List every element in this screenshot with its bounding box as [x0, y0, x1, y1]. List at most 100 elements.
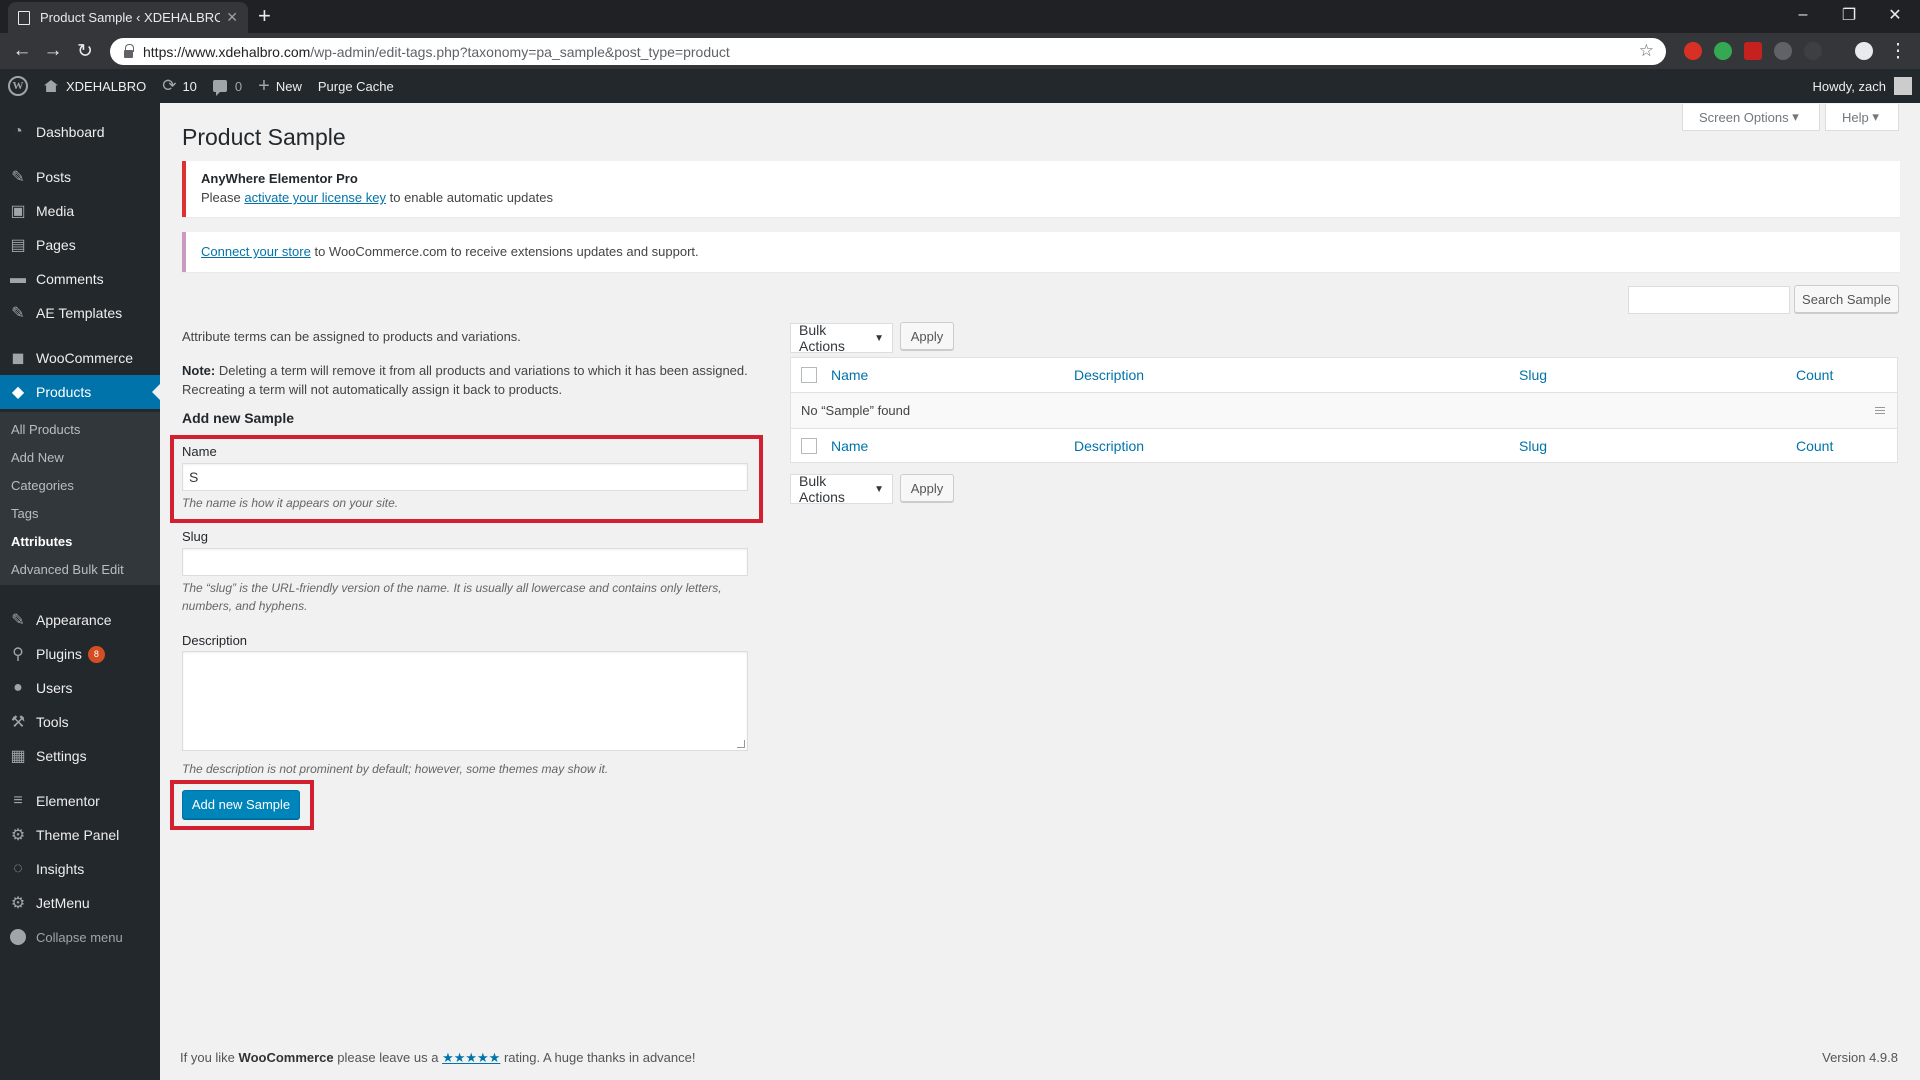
sidebar-item-products[interactable]: ◆ Products	[0, 375, 160, 409]
wp-logo-button[interactable]: W	[0, 69, 36, 103]
submenu-item-tags[interactable]: Tags	[11, 506, 38, 521]
terms-table: Name Description Slug Count No “Sample” …	[790, 357, 1898, 463]
sidebar-item-users[interactable]: ● Users	[0, 671, 160, 705]
comment-icon	[212, 80, 227, 96]
submenu-item-add-new[interactable]: Add New	[11, 450, 64, 465]
column-count-footer[interactable]: Count	[1796, 438, 1833, 454]
sidebar-item-label: Comments	[36, 271, 104, 287]
collapse-icon	[10, 929, 26, 945]
new-tab-button[interactable]: +	[258, 5, 271, 27]
account-menu[interactable]: Howdy, zach	[1813, 69, 1912, 103]
profile-avatar-icon[interactable]	[1855, 42, 1873, 60]
purge-cache-link[interactable]: Purge Cache	[310, 69, 402, 103]
apply-button-bottom[interactable]: Apply	[900, 474, 954, 502]
activate-license-link[interactable]: activate your license key	[244, 190, 386, 205]
close-tab-icon[interactable]: ✕	[226, 9, 238, 26]
sidebar-item-pages[interactable]: ▤ Pages	[0, 228, 160, 262]
bookmark-star-icon[interactable]: ☆	[1639, 41, 1654, 61]
table-row: No “Sample” found	[791, 393, 1897, 428]
user-icon: ●	[13, 679, 23, 696]
add-new-heading: Add new Sample	[182, 410, 295, 426]
column-description[interactable]: Description	[1074, 367, 1144, 383]
sidebar-item-elementor[interactable]: ≡ Elementor	[0, 784, 160, 818]
updates-link[interactable]: ⟳ 10	[154, 69, 205, 103]
sidebar-item-plugins[interactable]: ⚲ Plugins 8	[0, 637, 160, 671]
submenu-item-categories[interactable]: Categories	[11, 478, 74, 493]
minimize-button[interactable]: –	[1780, 0, 1826, 30]
gear-icon: ⚙	[10, 827, 26, 844]
back-icon[interactable]: ←	[10, 39, 34, 63]
submit-highlight	[170, 780, 314, 830]
extension-icon[interactable]	[1774, 42, 1792, 60]
screen-options-button[interactable]: Screen Options ▾	[1682, 104, 1820, 131]
apply-button-top[interactable]: Apply	[900, 322, 954, 350]
products-submenu	[0, 412, 160, 585]
submenu-item-all-products[interactable]: All Products	[11, 422, 80, 437]
column-slug-footer[interactable]: Slug	[1519, 438, 1547, 454]
extension-icon[interactable]	[1744, 42, 1762, 60]
select-all-checkbox-bottom[interactable]	[801, 438, 817, 454]
woo-icon: ◼	[11, 350, 25, 367]
sidebar-item-label: Users	[36, 680, 73, 696]
sidebar-item-posts[interactable]: ✎ Posts	[0, 160, 160, 194]
reload-icon[interactable]: ↻	[73, 39, 97, 63]
browser-tab[interactable]: Product Sample ‹ XDEHALBRO — ✕	[8, 2, 248, 33]
sidebar-item-appearance[interactable]: ✎ Appearance	[0, 603, 160, 637]
sidebar-item-label: Theme Panel	[36, 827, 120, 843]
column-count[interactable]: Count	[1796, 367, 1833, 383]
resize-handle-icon[interactable]	[737, 740, 745, 748]
forward-icon[interactable]: →	[41, 39, 65, 63]
brush-icon: ✎	[11, 612, 25, 629]
sidebar-item-theme-panel[interactable]: ⚙ Theme Panel	[0, 818, 160, 852]
site-name-link[interactable]: XDEHALBRO	[36, 69, 154, 103]
name-field-highlight	[170, 435, 763, 523]
sidebar-item-insights[interactable]: ◌ Insights	[0, 852, 160, 886]
extension-icon[interactable]	[1804, 42, 1822, 60]
sidebar-item-tools[interactable]: ⚒ Tools	[0, 705, 160, 739]
gear-icon: ⚙	[10, 895, 26, 912]
plus-icon: +	[258, 75, 270, 97]
sidebar-item-label: Products	[36, 384, 92, 400]
sidebar-item-woocommerce[interactable]: ◼ WooCommerce	[0, 341, 160, 375]
column-slug[interactable]: Slug	[1519, 367, 1547, 383]
sidebar-item-media[interactable]: ▣ Media	[0, 194, 160, 228]
sidebar-item-label: Plugins	[36, 646, 82, 662]
submenu-item-attributes[interactable]: Attributes	[11, 534, 72, 549]
collapse-menu-button[interactable]: Collapse menu	[0, 920, 160, 954]
extension-icon[interactable]	[1714, 42, 1732, 60]
sidebar-item-dashboard[interactable]: ◔ Dashboard	[0, 115, 160, 149]
no-items-text: No “Sample” found	[801, 403, 911, 418]
restore-button[interactable]: ❐	[1826, 0, 1872, 30]
search-input[interactable]	[1628, 286, 1790, 314]
column-name-footer[interactable]: Name	[831, 438, 868, 454]
note-text: Note: Deleting a term will remove it fro…	[182, 363, 748, 397]
sidebar-item-comments[interactable]: ▬ Comments	[0, 262, 160, 296]
elementor-icon: ≡	[13, 792, 23, 809]
comment-icon: ▬	[10, 270, 26, 287]
column-name[interactable]: Name	[831, 367, 868, 383]
bulk-actions-select-top[interactable]: Bulk Actions ▼	[790, 322, 893, 354]
slug-field[interactable]	[182, 548, 748, 576]
rating-stars-link[interactable]: ★★★★★	[442, 1050, 500, 1065]
sidebar-item-label: Insights	[36, 861, 85, 877]
search-sample-button[interactable]: Search Sample	[1794, 285, 1899, 313]
column-description-footer[interactable]: Description	[1074, 438, 1144, 454]
sidebar-item-jetmenu[interactable]: ⚙ JetMenu	[0, 886, 160, 920]
bulk-actions-select-bottom[interactable]: Bulk Actions ▼	[790, 473, 893, 505]
description-textarea[interactable]	[182, 651, 748, 751]
connect-store-link[interactable]: Connect your store	[201, 244, 311, 259]
pin-icon: ✎	[11, 169, 25, 186]
new-content-link[interactable]: + New	[250, 69, 310, 103]
sidebar-item-ae-templates[interactable]: ✎ AE Templates	[0, 296, 160, 330]
close-window-button[interactable]: ✕	[1872, 0, 1918, 30]
extension-icon[interactable]	[1684, 42, 1702, 60]
sidebar-item-settings[interactable]: ▦ Settings	[0, 739, 160, 773]
submenu-item-advanced-bulk-edit[interactable]: Advanced Bulk Edit	[11, 562, 124, 577]
address-bar[interactable]: https://www.xdehalbro.com/wp-admin/edit-…	[110, 38, 1666, 65]
lock-icon	[124, 43, 134, 58]
help-button[interactable]: Help ▾	[1825, 104, 1899, 131]
drag-handle-icon[interactable]	[1875, 405, 1885, 416]
browser-menu-icon[interactable]: ⋮	[1886, 39, 1910, 63]
select-all-checkbox[interactable]	[801, 367, 817, 383]
comments-link[interactable]: 0	[205, 69, 250, 103]
